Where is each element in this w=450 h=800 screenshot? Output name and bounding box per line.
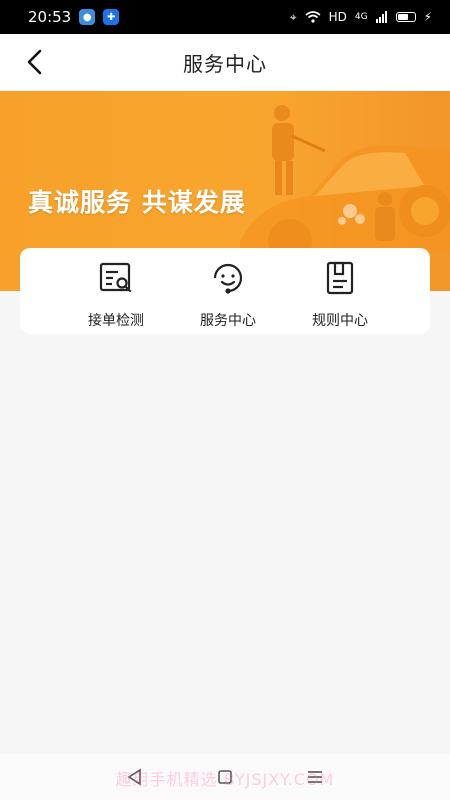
menu-item-order-check[interactable]: 接单检测 bbox=[60, 248, 172, 334]
menu-label: 服务中心 bbox=[200, 313, 256, 329]
signal-label: 4G bbox=[354, 12, 368, 22]
system-nav-bar bbox=[0, 754, 450, 800]
banner-slogan: 真诚服务 共谋发展 bbox=[28, 188, 246, 217]
document-search-icon bbox=[99, 262, 132, 293]
customer-service-icon bbox=[213, 263, 243, 294]
menu-item-service-center[interactable]: 服务中心 bbox=[172, 248, 284, 334]
status-bar: 20:53 ● ✚ ⌖ HD 4G ⚡ bbox=[0, 0, 450, 34]
back-triangle-icon[interactable] bbox=[124, 766, 146, 788]
home-square-icon[interactable] bbox=[214, 766, 236, 788]
charging-icon: ⚡ bbox=[423, 10, 432, 24]
menu-label: 规则中心 bbox=[312, 313, 368, 329]
status-left: 20:53 ● ✚ bbox=[28, 8, 120, 26]
menu-lines-icon[interactable] bbox=[304, 766, 326, 788]
rulebook-icon bbox=[326, 261, 354, 295]
page-title: 服务中心 bbox=[183, 52, 267, 76]
menu-label: 接单检测 bbox=[88, 313, 144, 329]
location-icon: ⌖ bbox=[289, 9, 297, 24]
battery-icon bbox=[395, 12, 416, 22]
status-right: ⌖ HD 4G ⚡ bbox=[290, 10, 432, 25]
status-time: 20:53 bbox=[28, 8, 72, 26]
app-notification-icon: ● bbox=[79, 9, 96, 25]
network-type: HD bbox=[328, 10, 347, 24]
nav-bar: 服务中心 bbox=[0, 34, 450, 91]
back-arrow-icon[interactable] bbox=[22, 48, 50, 76]
app-notification-icon-2: ✚ bbox=[103, 9, 120, 25]
wifi-icon bbox=[305, 11, 321, 23]
service-menu-card: 接单检测 服务中心 规则中心 bbox=[20, 248, 430, 334]
signal-icon bbox=[375, 11, 387, 23]
menu-item-rule-center[interactable]: 规则中心 bbox=[284, 248, 396, 334]
